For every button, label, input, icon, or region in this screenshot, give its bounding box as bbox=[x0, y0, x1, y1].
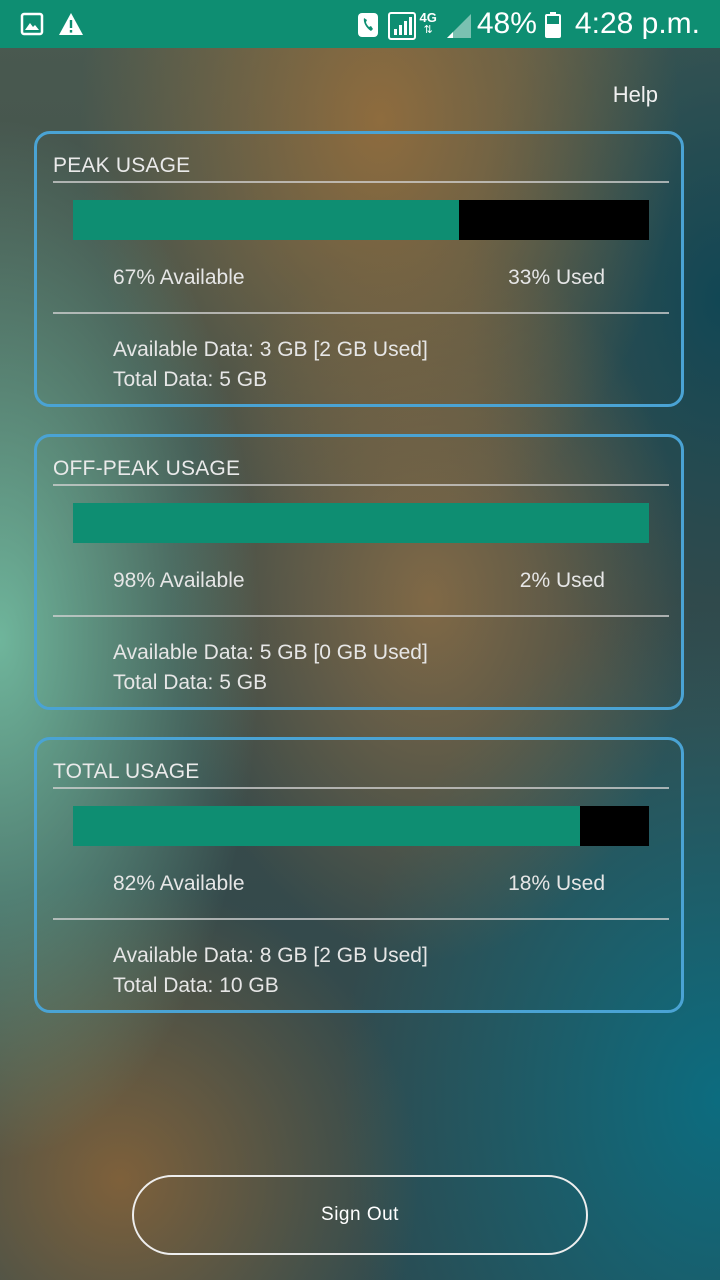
network-type: 4G bbox=[419, 10, 437, 25]
usage-bar-fill bbox=[73, 200, 459, 240]
total-data: Total Data: 5 GB bbox=[113, 368, 268, 391]
usage-bar bbox=[73, 503, 649, 543]
card-title: OFF-PEAK USAGE bbox=[53, 457, 241, 480]
battery-percent: 48% bbox=[476, 7, 537, 40]
card-title: TOTAL USAGE bbox=[53, 760, 200, 783]
available-data: Available Data: 8 GB [2 GB Used] bbox=[113, 944, 428, 967]
available-data: Available Data: 5 GB [0 GB Used] bbox=[113, 641, 428, 664]
image-icon bbox=[20, 12, 44, 36]
divider bbox=[53, 787, 669, 789]
clock: 4:28 p.m. bbox=[574, 7, 700, 40]
signal-icon bbox=[387, 12, 416, 40]
divider bbox=[53, 918, 669, 920]
divider bbox=[53, 615, 669, 617]
divider bbox=[53, 181, 669, 183]
divider bbox=[53, 312, 669, 314]
4g-icon: 4G ⇅ bbox=[419, 10, 437, 36]
signal-weak-icon bbox=[445, 12, 471, 38]
available-data: Available Data: 3 GB [2 GB Used] bbox=[113, 338, 428, 361]
status-bar: 4G ⇅ 48% 4:28 p.m. bbox=[0, 0, 720, 48]
usage-bar bbox=[73, 806, 649, 846]
help-link[interactable]: Help bbox=[613, 82, 658, 108]
used-percent: 2% Used bbox=[519, 569, 605, 592]
available-percent: 67% Available bbox=[113, 266, 245, 289]
available-percent: 82% Available bbox=[113, 872, 245, 895]
used-percent: 18% Used bbox=[508, 872, 605, 895]
used-percent: 33% Used bbox=[508, 266, 605, 289]
divider bbox=[53, 484, 669, 486]
available-percent: 98% Available bbox=[113, 569, 245, 592]
peak-usage-card: PEAK USAGE 67% Available 33% Used Availa… bbox=[34, 131, 684, 407]
usage-bar bbox=[73, 200, 649, 240]
total-usage-card: TOTAL USAGE 82% Available 18% Used Avail… bbox=[34, 737, 684, 1013]
warning-icon bbox=[58, 12, 83, 36]
card-title: PEAK USAGE bbox=[53, 154, 191, 177]
total-data: Total Data: 5 GB bbox=[113, 671, 268, 694]
off-peak-usage-card: OFF-PEAK USAGE 98% Available 2% Used Ava… bbox=[34, 434, 684, 710]
total-data: Total Data: 10 GB bbox=[113, 974, 279, 997]
sign-out-button[interactable]: Sign Out bbox=[132, 1175, 588, 1255]
usage-bar-fill bbox=[73, 806, 580, 846]
usage-bar-fill bbox=[73, 503, 649, 543]
call-icon bbox=[356, 12, 380, 37]
battery-icon bbox=[544, 12, 561, 38]
